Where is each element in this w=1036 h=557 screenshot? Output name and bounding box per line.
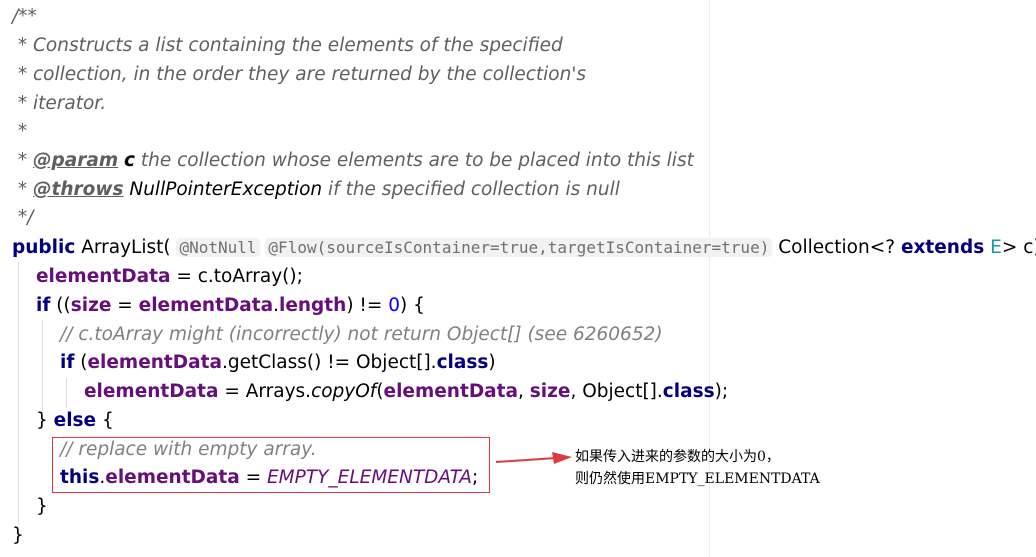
keyword-if: if — [60, 352, 75, 373]
field-elementdata[interactable]: elementData — [139, 295, 273, 316]
field-size[interactable]: size — [530, 381, 571, 402]
field-length[interactable]: length — [279, 295, 346, 316]
code-line: if (elementData.getClass() != Object[].c… — [60, 348, 496, 377]
doc-text: * iterator. — [12, 93, 107, 114]
signature-rest: > c) { — [1001, 237, 1036, 258]
keyword-class: class — [662, 381, 715, 402]
code-text: , Object[]. — [570, 381, 663, 402]
code-text: ) { — [400, 295, 425, 316]
code-line: } — [12, 521, 24, 550]
doc-open: /** — [12, 6, 37, 27]
code-line: elementData = Arrays.copyOf(elementData,… — [84, 377, 728, 406]
doc-star: * — [12, 179, 34, 200]
code-text: ); — [714, 381, 729, 402]
field-elementdata[interactable]: elementData — [84, 381, 218, 402]
doc-line: /** — [12, 2, 37, 31]
closing-brace: } — [36, 496, 48, 517]
doc-line: * — [12, 117, 27, 146]
doc-line: */ — [12, 203, 34, 232]
field-elementdata[interactable]: elementData — [36, 266, 170, 287]
code-text: = Arrays. — [218, 381, 312, 402]
doc-text: * — [12, 121, 28, 142]
doc-line: * Constructs a list containing the eleme… — [12, 31, 563, 60]
exception-name[interactable]: NullPointerException — [129, 179, 322, 200]
code-text: = c.toArray(); — [170, 266, 303, 287]
code-text: .getClass() != Object[]. — [221, 352, 437, 373]
throws-desc: if the specified collection is null — [322, 179, 620, 200]
keyword-public: public — [12, 237, 76, 258]
keyword-extends: extends — [900, 237, 985, 258]
code-text: ) != — [346, 295, 389, 316]
line-comment: // c.toArray might (incorrectly) not ret… — [60, 324, 663, 345]
field-elementdata[interactable]: elementData — [88, 352, 222, 373]
doc-line: * collection, in the order they are retu… — [12, 60, 586, 89]
code-text: { — [96, 410, 114, 431]
keyword-else: else — [53, 410, 97, 431]
param-desc: the collection whose elements are to be … — [135, 150, 694, 171]
code-line: } else { — [36, 406, 114, 435]
number-literal: 0 — [388, 295, 401, 316]
code-text: } — [36, 410, 54, 431]
doc-star: * — [12, 150, 34, 171]
doc-close: */ — [12, 207, 34, 228]
constructor-signature: public ArrayList( @NotNull @Flow(sourceI… — [12, 233, 1036, 262]
code-line: elementData = c.toArray(); — [36, 262, 303, 291]
code-line: } — [36, 492, 48, 521]
doc-line: * iterator. — [12, 89, 106, 118]
annotation-note: 如果传入进来的参数的大小为0， 则仍然使用EMPTY_ELEMENTDATA — [575, 446, 820, 490]
code-line: if ((size = elementData.length) != 0) { — [36, 291, 425, 320]
code-text: ) — [488, 352, 496, 373]
code-text: , — [518, 381, 530, 402]
code-comment-line: // c.toArray might (incorrectly) not ret… — [60, 320, 663, 349]
closing-brace: } — [12, 525, 24, 546]
code-editor[interactable]: /** * Constructs a list containing the e… — [0, 0, 1036, 557]
arrow-icon — [495, 452, 572, 464]
indent-guide — [18, 262, 19, 524]
code-text: ( — [376, 381, 384, 402]
annotation-line: 如果传入进来的参数的大小为0， — [575, 449, 780, 465]
code-text: ( — [74, 352, 88, 373]
code-text: (( — [50, 295, 71, 316]
type-parameter[interactable]: E — [990, 237, 1002, 258]
param-tag: @param — [33, 150, 119, 171]
doc-param-line: * @param c the collection whose elements… — [12, 146, 694, 175]
keyword-if: if — [36, 295, 51, 316]
param-name: c — [124, 150, 135, 171]
highlight-box — [52, 437, 490, 493]
annotation-line: 则仍然使用EMPTY_ELEMENTDATA — [575, 471, 820, 487]
param-type[interactable]: Collection<? — [778, 237, 895, 258]
annotation-flow[interactable]: @Flow(sourceIsContainer=true,targetIsCon… — [265, 238, 773, 257]
constructor-name[interactable]: ArrayList( — [75, 237, 170, 258]
annotation-notnull[interactable]: @NotNull — [176, 238, 260, 257]
field-size[interactable]: size — [71, 295, 112, 316]
method-copyof[interactable]: copyOf — [311, 381, 376, 402]
throws-tag: @throws — [33, 179, 124, 200]
indent-guide — [66, 378, 67, 408]
doc-text: * Constructs a list containing the eleme… — [12, 35, 563, 56]
indent-guide — [42, 320, 43, 410]
doc-text: * collection, in the order they are retu… — [12, 64, 587, 85]
code-text: = — [111, 295, 139, 316]
keyword-class: class — [436, 352, 489, 373]
field-elementdata[interactable]: elementData — [384, 381, 518, 402]
doc-throws-line: * @throws NullPointerException if the sp… — [12, 175, 620, 204]
